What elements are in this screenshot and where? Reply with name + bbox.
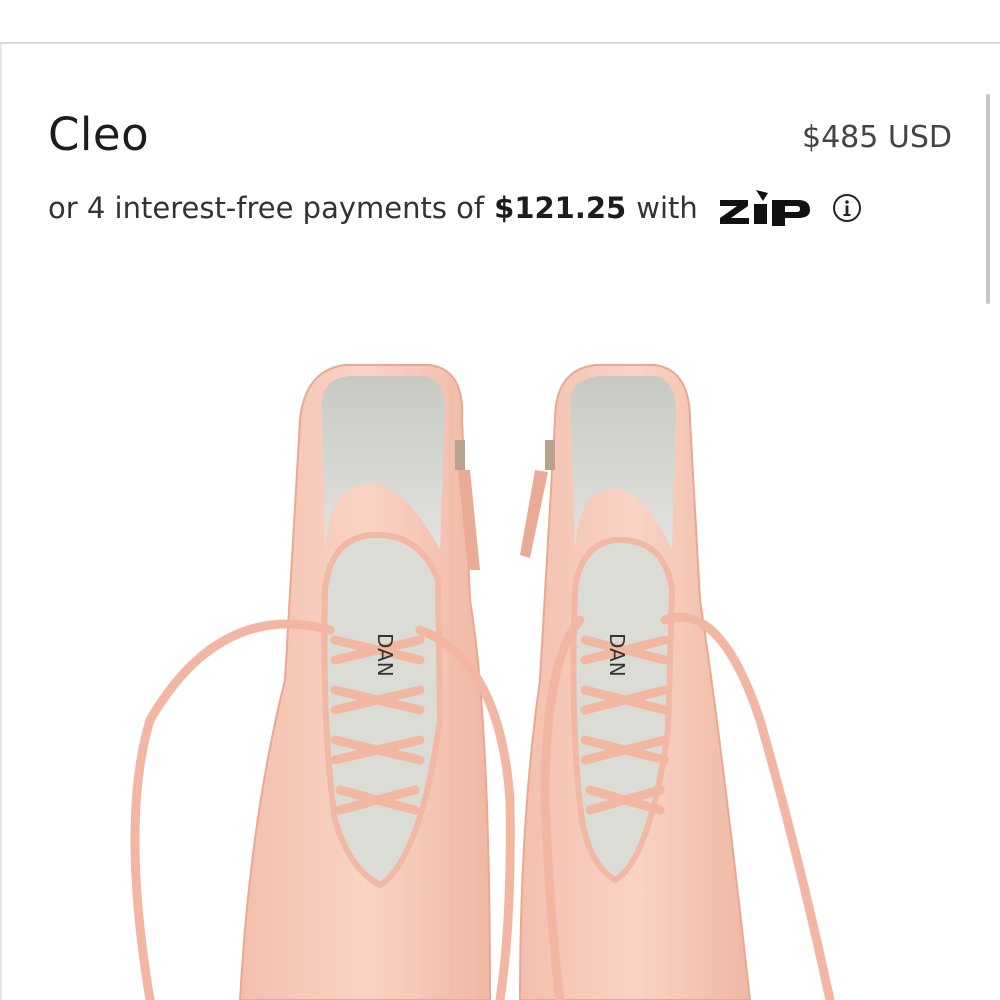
installment-suffix: with [636, 191, 698, 225]
right-boot: DAN [518, 364, 835, 1000]
left-boot: DAN [130, 364, 515, 1000]
info-circle-icon[interactable] [832, 193, 862, 223]
installment-prefix: or 4 interest-free payments of [48, 191, 485, 225]
scrollbar-thumb[interactable] [986, 94, 990, 304]
insole-brand-left: DAN [373, 633, 397, 677]
insole-brand-right: DAN [605, 633, 629, 677]
product-price: $485 USD [802, 120, 952, 155]
header-divider [0, 42, 1000, 44]
installment-amount: $121.25 [494, 191, 627, 225]
zip-logo[interactable] [718, 188, 814, 228]
product-page: Cleo $485 USD or 4 interest-free payment… [0, 0, 1000, 1000]
installment-message: or 4 interest-free payments of $121.25 w… [48, 186, 862, 230]
product-title: Cleo [48, 108, 150, 161]
product-image[interactable]: DAN DAN [0, 300, 1000, 1000]
